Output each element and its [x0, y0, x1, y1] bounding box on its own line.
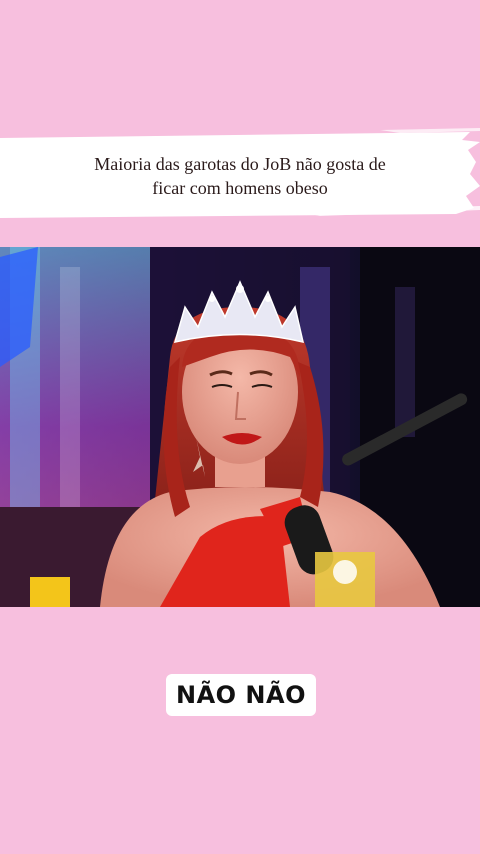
video-frame[interactable]	[0, 247, 480, 607]
caption-banner: Maioria das garotas do JoB não gosta de …	[0, 128, 480, 220]
caption-text: Maioria das garotas do JoB não gosta de …	[24, 152, 456, 200]
caption-line-1: Maioria das garotas do JoB não gosta de	[94, 154, 386, 174]
subtitle-text: NÃO NÃO	[176, 681, 306, 709]
subtitle-caption: NÃO NÃO	[166, 674, 316, 716]
caption-line-2: ficar com homens obeso	[152, 178, 328, 198]
video-scene-image	[0, 247, 480, 607]
